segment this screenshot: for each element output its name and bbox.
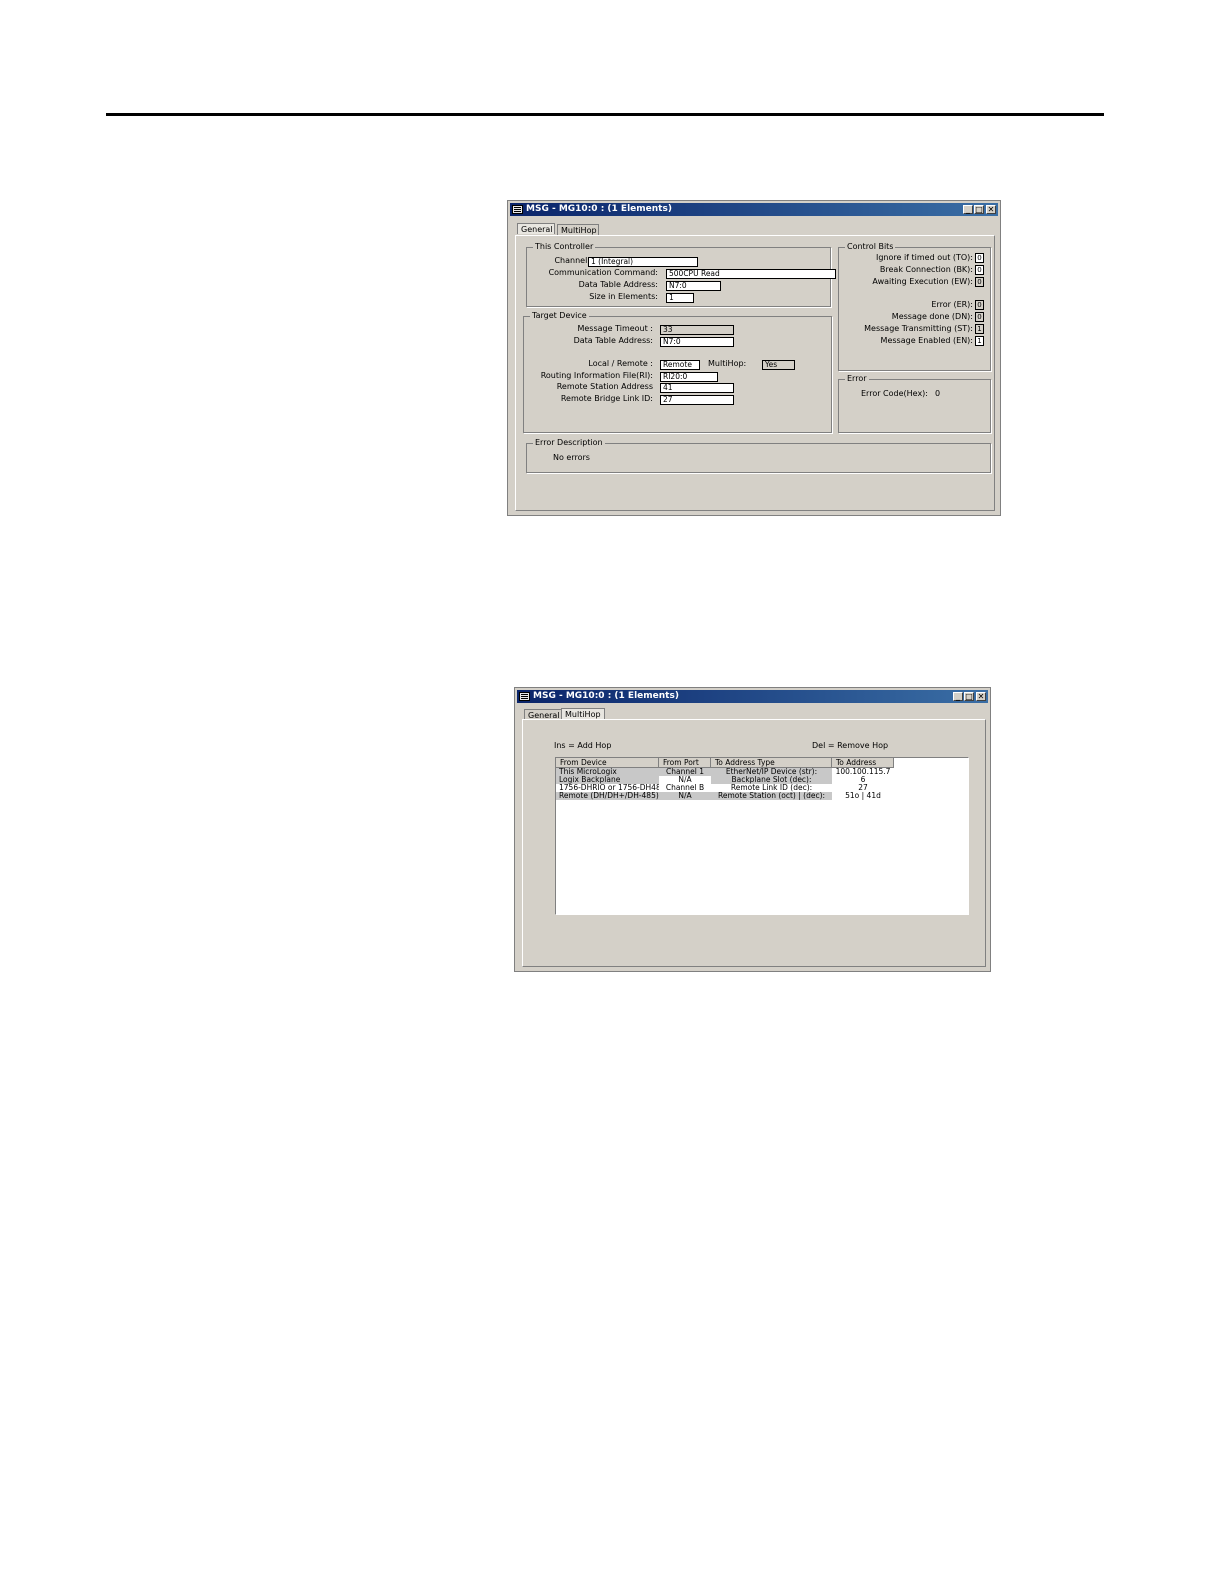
tab-multihop[interactable]: MultiHop [557,224,599,235]
title-bar[interactable]: MSG - MG10:0 : (1 Elements) _ □ ✕ [510,203,998,216]
error-bit-checkbox: 0 [975,300,984,310]
communication-command-field[interactable]: 500CPU Read [666,269,836,279]
row-2-from-device[interactable]: Logix Backplane [556,776,659,784]
error-title: Error [845,374,869,384]
general-panel: This Controller Channel: 1 (Integral) Co… [515,235,995,511]
error-description-title: Error Description [533,438,605,448]
row-1-to-address-type[interactable]: EtherNet/IP Device (str): [711,768,832,776]
remote-station-label: Remote Station Address [556,382,653,391]
multihop-field[interactable]: Yes [762,360,795,370]
row-4-from-device[interactable]: Remote (DH/DH+/DH-485) [556,792,659,800]
minimize-button[interactable]: _ [963,205,973,214]
channel-label: Channel: [554,256,590,265]
tab-multihop[interactable]: MultiHop [561,708,605,719]
hop-table: From Device From Port To Address Type To… [555,757,969,915]
communication-command-label: Communication Command: [548,268,658,277]
error-code-label: Error Code(Hex): [861,389,928,398]
row-1-to-address[interactable]: 100.100.115.7 [832,768,894,776]
size-in-elements-label: Size in Elements: [589,292,658,301]
error-code-value: 0 [935,389,941,398]
target-device-group: Target Device Message Timeout : 33 Data … [523,311,832,433]
error-description-text: No errors [553,453,590,462]
awaiting-execution-checkbox: 0 [975,277,984,287]
control-bits-group: Control Bits Ignore if timed out (TO): 0… [838,242,991,371]
timed-out-checkbox[interactable]: 0 [975,253,984,263]
awaiting-execution-label: Awaiting Execution (EW): [872,277,973,286]
message-timeout-field[interactable]: 33 [660,325,734,335]
this-controller-group: This Controller Channel: 1 (Integral) Co… [526,242,836,307]
data-table-address-field[interactable]: N7:0 [666,281,721,291]
app-icon [512,205,523,214]
row-2-to-address[interactable]: 6 [832,776,894,784]
error-description-group: Error Description No errors [526,438,991,473]
title-bar[interactable]: MSG - MG10:0 : (1 Elements) _ □ ✕ [517,690,988,703]
row-1-from-device[interactable]: This MicroLogix [556,768,659,776]
error-group: Error Error Code(Hex): 0 [838,374,991,433]
header-from-port: From Port [659,758,711,768]
target-data-table-label: Data Table Address: [573,336,653,345]
control-bits-title: Control Bits [845,242,896,252]
page-top-rule [106,113,1104,116]
routing-information-label: Routing Information File(RI): [540,371,653,380]
row-3-from-device[interactable]: 1756-DHRIO or 1756-DH485 [556,784,659,792]
row-3-from-port[interactable]: Channel B [659,784,711,792]
remote-station-field[interactable]: 41 [660,383,734,393]
row-3-to-address-type[interactable]: Remote Link ID (dec): [711,784,832,792]
maximize-button[interactable]: □ [964,692,974,701]
close-button[interactable]: ✕ [976,692,986,701]
add-hop-hint: Ins = Add Hop [554,741,612,750]
break-connection-label: Break Connection (BK): [879,265,973,274]
row-3-to-address[interactable]: 27 [832,784,894,792]
local-remote-label: Local / Remote : [588,359,653,368]
msg-dialog-general: MSG - MG10:0 : (1 Elements) _ □ ✕ Genera… [507,200,1001,516]
row-4-from-port[interactable]: N/A [659,792,711,800]
maximize-button[interactable]: □ [974,205,984,214]
error-bit-label: Error (ER): [931,300,973,309]
row-4-to-address-type[interactable]: Remote Station (oct) | (dec): [711,792,832,800]
row-4-to-address[interactable]: 51o | 41d [832,792,894,800]
message-enabled-checkbox: 1 [975,336,984,346]
window-title: MSG - MG10:0 : (1 Elements) [526,204,672,214]
header-from-device: From Device [556,758,659,768]
tab-general[interactable]: General [517,223,555,234]
timed-out-label: Ignore if timed out (TO): [875,253,973,262]
message-transmitting-checkbox: 1 [975,324,984,334]
target-data-table-field[interactable]: N7:0 [660,337,734,347]
multihop-label: MultiHop: [708,359,747,368]
remote-bridge-link-field[interactable]: 27 [660,395,734,405]
message-done-label: Message done (DN): [891,312,973,321]
app-icon [519,692,530,701]
minimize-button[interactable]: _ [953,692,963,701]
break-connection-checkbox[interactable]: 0 [975,265,984,275]
multihop-panel: Ins = Add Hop Del = Remove Hop From Devi… [522,719,986,967]
channel-field[interactable]: 1 (Integral) [588,257,698,267]
msg-dialog-multihop: MSG - MG10:0 : (1 Elements) _ □ ✕ Genera… [514,687,991,972]
header-to-address-type: To Address Type [711,758,832,768]
row-2-from-port[interactable]: N/A [659,776,711,784]
row-2-to-address-type[interactable]: Backplane Slot (dec): [711,776,832,784]
header-to-address: To Address [832,758,894,768]
message-done-checkbox: 0 [975,312,984,322]
local-remote-field[interactable]: Remote [660,360,700,370]
window-title: MSG - MG10:0 : (1 Elements) [533,691,679,701]
remote-bridge-link-label: Remote Bridge Link ID: [560,394,653,403]
data-table-address-label: Data Table Address: [578,280,658,289]
remove-hop-hint: Del = Remove Hop [812,741,889,750]
routing-information-field[interactable]: RI20:0 [660,372,718,382]
message-timeout-label: Message Timeout : [577,324,653,333]
row-1-from-port[interactable]: Channel 1 [659,768,711,776]
target-device-title: Target Device [530,311,589,321]
close-button[interactable]: ✕ [986,205,996,214]
size-in-elements-field[interactable]: 1 [666,293,694,303]
this-controller-title: This Controller [533,242,596,252]
message-enabled-label: Message Enabled (EN): [880,336,973,345]
message-transmitting-label: Message Transmitting (ST): [864,324,973,333]
